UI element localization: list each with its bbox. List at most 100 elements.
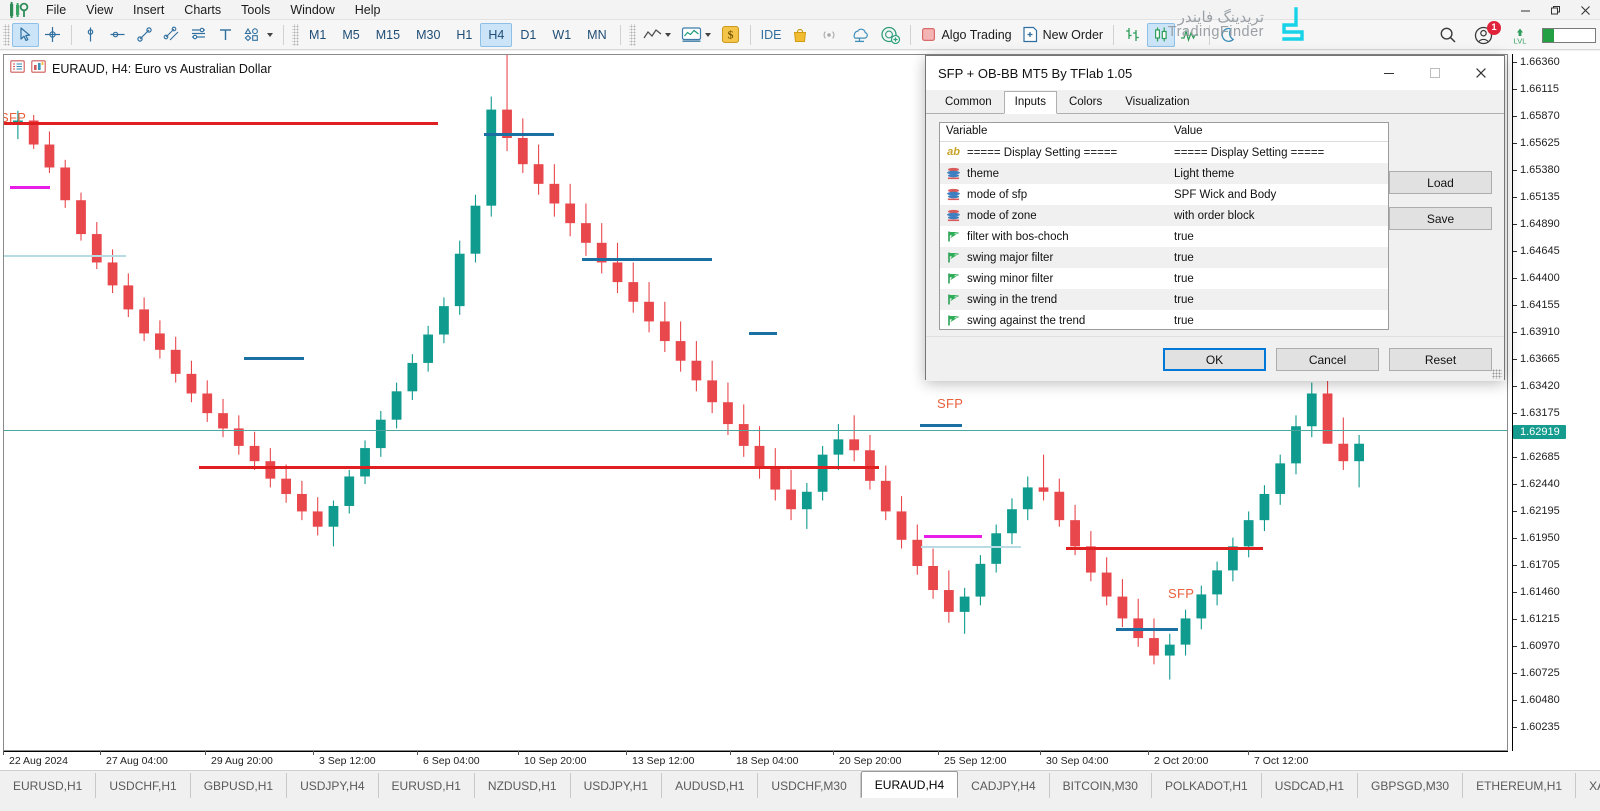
tab-gbpsgd-m30[interactable]: GBPSGD,M30 (1358, 773, 1463, 798)
param-value[interactable]: Light theme (1168, 168, 1388, 180)
tab-visualization[interactable]: Visualization (1114, 91, 1200, 113)
trendline-icon[interactable] (131, 23, 158, 47)
toolbar-grip[interactable] (3, 24, 10, 46)
cancel-button[interactable]: Cancel (1276, 348, 1379, 371)
tab-ethereum-h1[interactable]: ETHEREUM,H1 (1463, 773, 1576, 798)
account-icon[interactable]: 1 (1469, 23, 1498, 47)
dialog-close-button[interactable] (1458, 56, 1504, 90)
timeframe-m30[interactable]: M30 (408, 23, 448, 47)
tab-cadjpy-h4[interactable]: CADJPY,H4 (958, 773, 1049, 798)
menu-window[interactable]: Window (280, 0, 344, 20)
menu-insert[interactable]: Insert (123, 0, 174, 20)
data-window-icon[interactable] (10, 60, 25, 78)
timeframe-m1[interactable]: M1 (301, 23, 334, 47)
param-value[interactable]: ===== Display Setting ===== (1168, 147, 1388, 159)
price-scale[interactable]: 1.66360 1.66115 1.65870 1.65625 1.65380 … (1512, 54, 1600, 751)
shapes-icon[interactable] (239, 23, 278, 47)
tab-common[interactable]: Common (934, 91, 1003, 113)
cursor-arrow-icon[interactable] (12, 23, 39, 47)
timeframe-mn[interactable]: MN (579, 23, 614, 47)
timeframe-d1[interactable]: D1 (512, 23, 544, 47)
dialog-titlebar[interactable]: SFP + OB-BB MT5 By TFlab 1.05 (926, 56, 1504, 90)
menu-file[interactable]: File (36, 0, 76, 20)
tab-usdchf-m30[interactable]: USDCHF,M30 (758, 773, 860, 798)
new-order-button[interactable]: New Order (1017, 23, 1108, 47)
text-tool-icon[interactable] (212, 23, 239, 47)
signals-icon[interactable] (814, 23, 844, 47)
bar-chart-icon[interactable] (1119, 23, 1147, 47)
ide-button[interactable]: IDE (756, 23, 787, 47)
timeframe-h1[interactable]: H1 (448, 23, 480, 47)
vps-cloud-icon[interactable] (844, 23, 875, 47)
tab-inputs[interactable]: Inputs (1004, 91, 1057, 114)
ok-button[interactable]: OK (1163, 348, 1266, 371)
market-bag-icon[interactable] (786, 23, 814, 47)
timeframe-m15[interactable]: M15 (368, 23, 408, 47)
timeframe-h4[interactable]: H4 (480, 23, 512, 47)
algo-trading-button[interactable]: Algo Trading (916, 23, 1016, 47)
timeframe-m5[interactable]: M5 (334, 23, 367, 47)
horizontal-line-icon[interactable] (104, 23, 131, 47)
toolbar-grip-3[interactable] (629, 24, 636, 46)
param-value[interactable]: SPF Wick and Body (1168, 189, 1388, 201)
param-value[interactable]: true (1168, 315, 1388, 327)
lvl-icon[interactable]: LVL (1505, 23, 1535, 47)
chevron-down-icon-charttype[interactable] (665, 33, 671, 37)
menu-help[interactable]: Help (345, 0, 391, 20)
table-row[interactable]: theme Light theme (940, 163, 1388, 184)
window-restore-button[interactable] (1540, 0, 1570, 20)
tab-usdcad-h1[interactable]: USDCAD,H1 (1262, 773, 1358, 798)
tab-usdjpy-h1[interactable]: USDJPY,H1 (571, 773, 662, 798)
moon-icon[interactable] (1215, 23, 1241, 47)
table-row[interactable]: mode of zone with order block (940, 205, 1388, 226)
tab-bitcoin-m30[interactable]: BITCOIN,M30 (1050, 773, 1152, 798)
table-row[interactable]: swing against the trend true (940, 310, 1388, 330)
chevron-down-icon-template[interactable] (705, 33, 711, 37)
load-button[interactable]: Load (1389, 171, 1492, 194)
fibonacci-icon[interactable] (185, 23, 212, 47)
tab-usdjpy-h4[interactable]: USDJPY,H4 (287, 773, 378, 798)
chart-properties-icon[interactable] (31, 60, 46, 78)
toolbar-grip-2[interactable] (292, 24, 299, 46)
candlestick-chart-icon[interactable] (1147, 23, 1175, 47)
terminal-connect-icon[interactable] (875, 23, 905, 47)
zigzag-line-icon[interactable] (1175, 23, 1204, 47)
table-row[interactable]: swing major filter true (940, 247, 1388, 268)
table-row[interactable]: filter with bos-choch true (940, 226, 1388, 247)
menu-view[interactable]: View (76, 0, 123, 20)
dialog-minimize-button[interactable] (1366, 56, 1412, 90)
parameters-table[interactable]: Variable Value ab ===== Display Setting … (939, 122, 1389, 330)
window-close-button[interactable] (1570, 0, 1600, 20)
tab-polkadot-h1[interactable]: POLKADOT,H1 (1152, 773, 1262, 798)
table-row[interactable]: ab ===== Display Setting ===== ===== Dis… (940, 142, 1388, 163)
reset-button[interactable]: Reset (1389, 348, 1492, 371)
vertical-line-icon[interactable] (77, 23, 104, 47)
indicator-settings-dialog[interactable]: SFP + OB-BB MT5 By TFlab 1.05 Common In (925, 55, 1505, 380)
param-value[interactable]: true (1168, 252, 1388, 264)
dollar-icon[interactable]: $ (716, 23, 745, 47)
save-button[interactable]: Save (1389, 207, 1492, 230)
tab-eurusd-h1-1[interactable]: EURUSD,H1 (0, 773, 96, 798)
tab-colors[interactable]: Colors (1058, 91, 1113, 113)
timeframe-w1[interactable]: W1 (544, 23, 579, 47)
dialog-resize-grip[interactable] (1492, 369, 1502, 379)
table-row[interactable]: mode of sfp SPF Wick and Body (940, 184, 1388, 205)
template-icon[interactable] (676, 23, 716, 47)
line-chart-icon[interactable] (638, 23, 676, 47)
tab-euraud-h4[interactable]: EURAUD,H4 (861, 771, 958, 798)
table-row[interactable]: swing minor filter true (940, 268, 1388, 289)
tab-audusd-h1[interactable]: AUDUSD,H1 (662, 773, 758, 798)
tab-nzdusd-h1[interactable]: NZDUSD,H1 (475, 773, 571, 798)
tab-xauusd[interactable]: XAUUSD (1576, 773, 1600, 798)
chevron-down-icon[interactable] (267, 33, 273, 37)
crosshair-icon[interactable] (39, 23, 66, 47)
tab-gbpusd-h1[interactable]: GBPUSD,H1 (191, 773, 287, 798)
param-value[interactable]: with order block (1168, 210, 1388, 222)
window-minimize-button[interactable] (1510, 0, 1540, 20)
tab-eurusd-h1-2[interactable]: EURUSD,H1 (379, 773, 475, 798)
time-scale[interactable]: 22 Aug 2024 27 Aug 04:00 29 Aug 20:00 3 … (3, 751, 1508, 770)
channel-icon[interactable] (158, 23, 185, 47)
dialog-maximize-button[interactable] (1412, 56, 1458, 90)
menu-charts[interactable]: Charts (174, 0, 231, 20)
search-icon[interactable] (1434, 23, 1462, 47)
